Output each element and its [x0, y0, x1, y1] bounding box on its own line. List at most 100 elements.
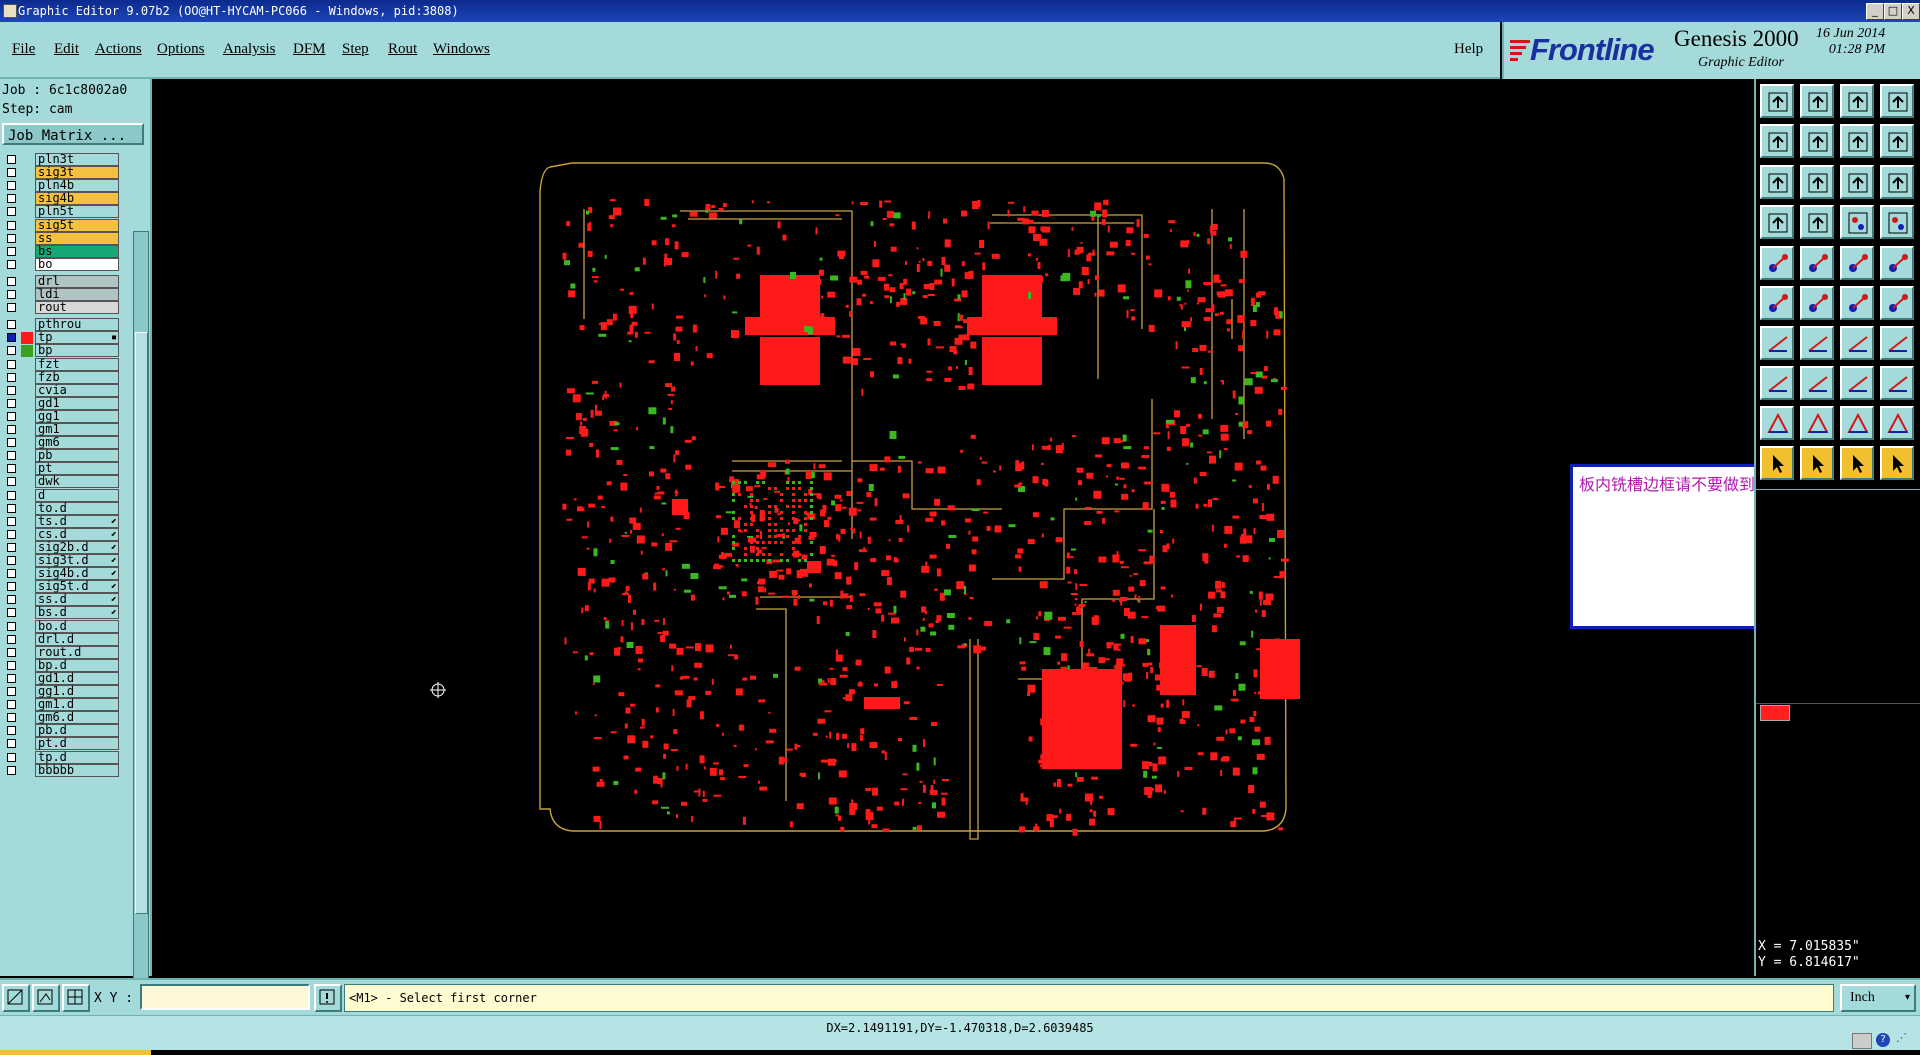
- layer-name[interactable]: pt.d: [35, 737, 119, 751]
- layer-thumbnail[interactable]: [1760, 705, 1790, 721]
- menu-file[interactable]: File: [12, 41, 35, 58]
- close-button[interactable]: X: [1902, 3, 1920, 20]
- layer-name[interactable]: pt: [35, 462, 119, 476]
- resize-grip-icon[interactable]: ⋰: [1896, 1031, 1916, 1047]
- layer-name[interactable]: bbbbb: [35, 763, 119, 777]
- zoom-window-icon[interactable]: [2, 984, 30, 1012]
- layer-checkbox[interactable]: [7, 194, 16, 204]
- layer-name[interactable]: sig5t: [35, 218, 119, 232]
- layer-checkbox[interactable]: [7, 438, 16, 448]
- layer-checkbox[interactable]: [7, 385, 16, 395]
- grid-snap-icon[interactable]: [62, 984, 90, 1012]
- layer-name[interactable]: d: [35, 488, 119, 502]
- layer-checkbox[interactable]: [7, 490, 16, 500]
- layer-row[interactable]: rout: [0, 301, 122, 315]
- help-icon[interactable]: [1880, 165, 1914, 199]
- layer-row[interactable]: drl: [0, 274, 122, 289]
- job-matrix-button[interactable]: Job Matrix ...: [2, 123, 144, 145]
- layer-checkbox[interactable]: [7, 569, 16, 579]
- arc-add-icon[interactable]: [1880, 286, 1914, 320]
- info-icon[interactable]: [314, 984, 342, 1012]
- layer-row[interactable]: dwk: [0, 475, 122, 489]
- resize-icon[interactable]: [1840, 366, 1874, 400]
- layer-checkbox[interactable]: [7, 556, 16, 565]
- question-icon[interactable]: ?: [1876, 1033, 1890, 1047]
- layer-name[interactable]: bp.d: [35, 658, 119, 672]
- redo-icon[interactable]: [1800, 124, 1834, 158]
- layer-name[interactable]: to.d: [35, 501, 119, 515]
- copy-icon[interactable]: [1880, 366, 1914, 400]
- snap-mode-icon[interactable]: [32, 984, 60, 1012]
- window-icon[interactable]: [1880, 84, 1914, 118]
- layer-checkbox[interactable]: [7, 168, 16, 178]
- layer-name[interactable]: fzt: [35, 357, 119, 371]
- pad-icon[interactable]: [1880, 246, 1914, 280]
- select-icon[interactable]: [1760, 246, 1794, 280]
- fit-icon[interactable]: [1760, 165, 1794, 199]
- snap-icon[interactable]: [1880, 124, 1914, 158]
- layer-checkbox[interactable]: [7, 303, 16, 313]
- layer-name[interactable]: drl.d: [35, 632, 119, 646]
- line-add-icon[interactable]: [1840, 286, 1874, 320]
- a-shape-icon[interactable]: [1800, 406, 1834, 440]
- layer-name[interactable]: rout: [35, 301, 119, 315]
- printer-icon[interactable]: [1852, 1033, 1872, 1049]
- layer-checkbox[interactable]: [7, 673, 16, 683]
- layer-checkbox[interactable]: [7, 542, 16, 552]
- layer-name[interactable]: gd1.d: [35, 671, 119, 685]
- layer-name[interactable]: gd1: [35, 396, 119, 410]
- layer-color-swatch[interactable]: [21, 332, 33, 345]
- layer-checkbox[interactable]: [7, 155, 16, 164]
- layer-checkbox[interactable]: [7, 333, 16, 343]
- grid-icon[interactable]: [1800, 205, 1834, 239]
- layer-checkbox[interactable]: [7, 647, 16, 657]
- layer-checkbox[interactable]: [7, 582, 16, 592]
- layer-checkbox[interactable]: [7, 276, 16, 286]
- layer-name[interactable]: bs: [35, 244, 119, 258]
- layer-row[interactable]: gm6: [0, 436, 122, 450]
- pcb-drawing[interactable]: [152, 79, 1754, 976]
- cross-icon[interactable]: [1800, 286, 1834, 320]
- layer-name[interactable]: pln3t: [35, 153, 119, 166]
- layer-name[interactable]: ts.d: [35, 514, 119, 528]
- pointer-target-icon[interactable]: [1840, 446, 1874, 480]
- layer-name[interactable]: ss.d: [35, 593, 119, 607]
- maximize-button[interactable]: □: [1884, 3, 1902, 20]
- move-icon[interactable]: [1760, 366, 1794, 400]
- layer-checkbox[interactable]: [7, 739, 16, 749]
- layer-row[interactable]: cvia: [0, 383, 122, 398]
- layer-name[interactable]: pb.d: [35, 724, 119, 738]
- line-angle-icon[interactable]: [1760, 326, 1794, 360]
- layer-checkbox[interactable]: [7, 425, 16, 434]
- layer-name[interactable]: dwk: [35, 475, 119, 489]
- layer-row[interactable]: bp: [0, 344, 122, 358]
- edit-shape-icon[interactable]: [1800, 246, 1834, 280]
- layer-row[interactable]: pt: [0, 462, 122, 476]
- home-icon[interactable]: [1840, 84, 1874, 118]
- triangle-outline-icon[interactable]: [1880, 406, 1914, 440]
- layer-compare-icon[interactable]: [1880, 205, 1914, 239]
- layer-checkbox[interactable]: [7, 700, 16, 710]
- layer-checkbox[interactable]: [7, 346, 16, 356]
- layer-row[interactable]: tp ▪: [0, 331, 122, 345]
- layer-name[interactable]: ldi: [35, 288, 119, 301]
- menu-dfm[interactable]: DFM: [293, 41, 326, 58]
- minus-icon[interactable]: [1800, 366, 1834, 400]
- layer-checkbox[interactable]: [7, 752, 16, 762]
- connect-icon[interactable]: [1760, 286, 1794, 320]
- menu-actions[interactable]: Actions: [95, 41, 142, 58]
- layer-checkbox[interactable]: [7, 529, 16, 539]
- layer-name[interactable]: pthrou: [35, 318, 119, 332]
- pointer-icon[interactable]: [1760, 446, 1794, 480]
- layer-name[interactable]: gm1: [35, 423, 119, 436]
- layer-checkbox[interactable]: [7, 765, 16, 775]
- zoom-back-icon[interactable]: [1840, 124, 1874, 158]
- graphic-canvas[interactable]: 板内铣槽边框请不要做到贴片层！: [152, 79, 1882, 976]
- layer-name[interactable]: gg1: [35, 409, 119, 423]
- menu-rout[interactable]: Rout: [388, 41, 417, 58]
- layer-name[interactable]: bo: [35, 257, 119, 271]
- layer-checkbox[interactable]: [7, 233, 16, 243]
- menu-options[interactable]: Options: [157, 41, 205, 58]
- layer-name[interactable]: bp: [35, 344, 119, 358]
- layer-row[interactable]: ss: [0, 231, 122, 246]
